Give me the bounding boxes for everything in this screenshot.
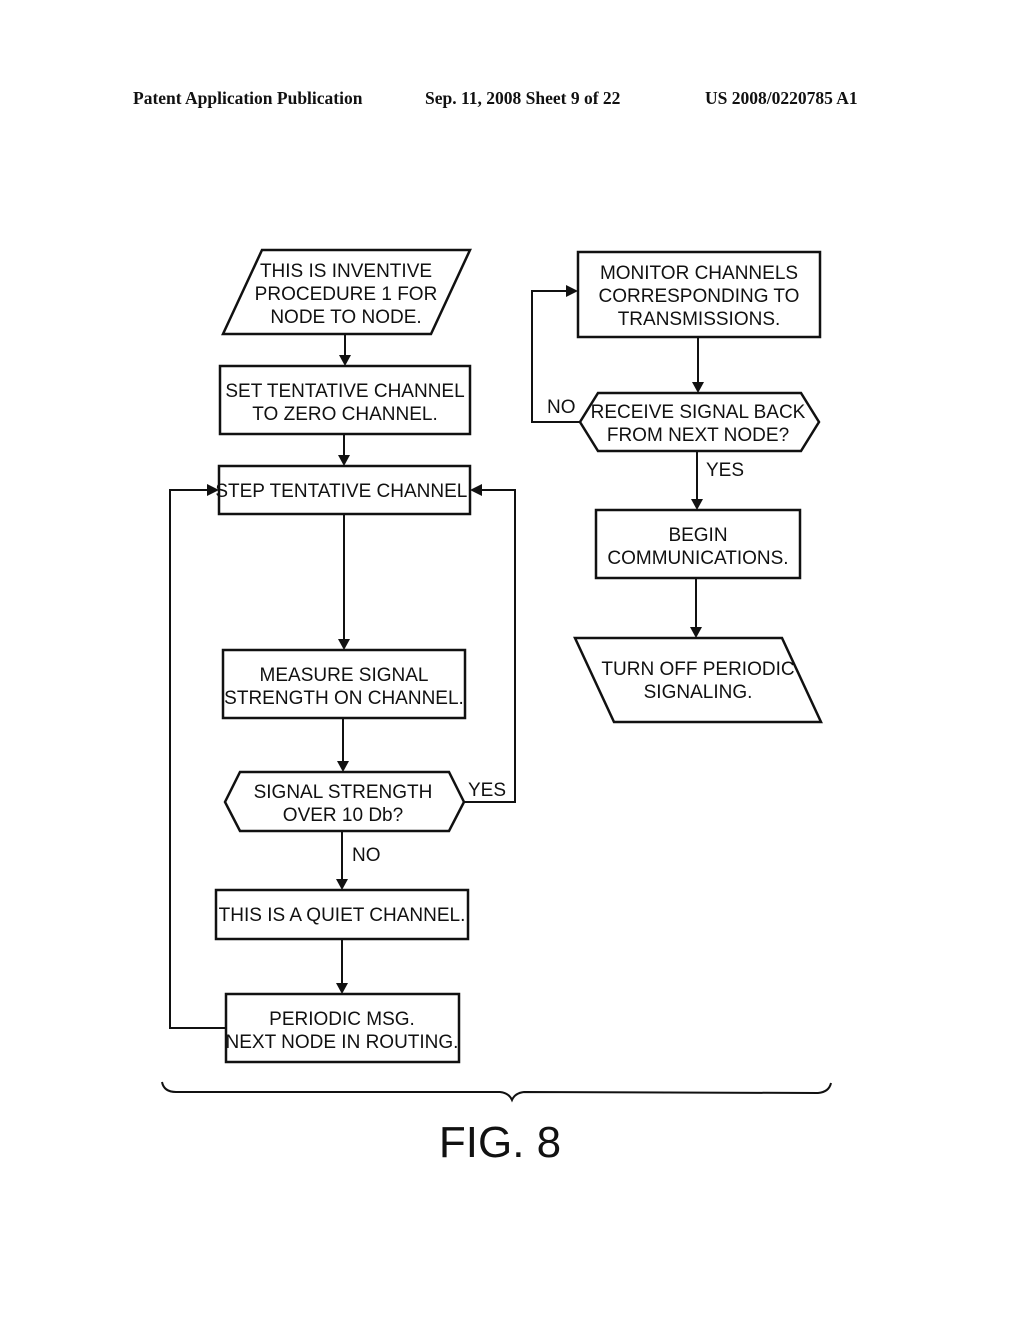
receive-decision-text-2: FROM NEXT NODE? — [607, 425, 789, 446]
turn-off-parallelogram — [573, 636, 823, 724]
monitor-text-3: TRANSMISSIONS. — [618, 309, 781, 330]
arrowhead — [337, 761, 349, 772]
figure-label: FIG. 8 — [439, 1118, 561, 1167]
arrowhead — [692, 382, 704, 393]
set-channel-text-2: TO ZERO CHANNEL. — [252, 404, 437, 425]
begin-comm-text-1: BEGIN — [668, 525, 727, 546]
arrowhead — [339, 355, 351, 366]
step-channel-text: STEP TENTATIVE CHANNEL. — [215, 481, 472, 502]
monitor-text-1: MONITOR CHANNELS — [600, 263, 798, 284]
set-channel-text-1: SET TENTATIVE CHANNEL — [225, 381, 464, 402]
start-text-2: PROCEDURE 1 FOR — [255, 284, 438, 305]
receive-yes-label: YES — [706, 460, 744, 481]
periodic-msg-text-2: NEXT NODE IN ROUTING. — [226, 1032, 459, 1053]
edge-decision-yes-loop — [464, 489, 516, 803]
arrowhead — [690, 627, 702, 638]
periodic-msg-text-1: PERIODIC MSG. — [269, 1009, 415, 1030]
measure-text-2: STRENGTH ON CHANNEL. — [224, 688, 464, 709]
start-text-1: THIS IS INVENTIVE — [260, 261, 432, 282]
flowchart: THIS IS INVENTIVE PROCEDURE 1 FOR NODE T… — [161, 248, 832, 1167]
receive-decision-text-1: RECEIVE SIGNAL BACK — [591, 402, 806, 423]
strength-decision-text-2: OVER 10 Db? — [283, 805, 403, 826]
arrowhead — [338, 455, 350, 466]
receive-no-label: NO — [547, 397, 576, 418]
monitor-text-2: CORRESPONDING TO — [599, 286, 800, 307]
arrowhead — [691, 499, 703, 510]
figure-brace — [161, 1081, 832, 1103]
start-text-3: NODE TO NODE. — [270, 307, 421, 328]
arrowhead — [336, 983, 348, 994]
arrowhead — [336, 879, 348, 890]
edge-periodic-loop-back — [169, 489, 226, 1029]
arrowhead — [566, 285, 578, 297]
turn-off-text-1: TURN OFF PERIODIC — [601, 659, 794, 680]
strength-decision-text-1: SIGNAL STRENGTH — [254, 782, 433, 803]
quiet-channel-text: THIS IS A QUIET CHANNEL. — [219, 905, 466, 926]
turn-off-text-2: SIGNALING. — [644, 682, 753, 703]
measure-text-1: MEASURE SIGNAL — [260, 665, 429, 686]
strength-yes-label: YES — [468, 780, 506, 801]
strength-no-label: NO — [352, 845, 381, 866]
arrowhead — [338, 639, 350, 650]
begin-comm-text-2: COMMUNICATIONS. — [607, 548, 788, 569]
